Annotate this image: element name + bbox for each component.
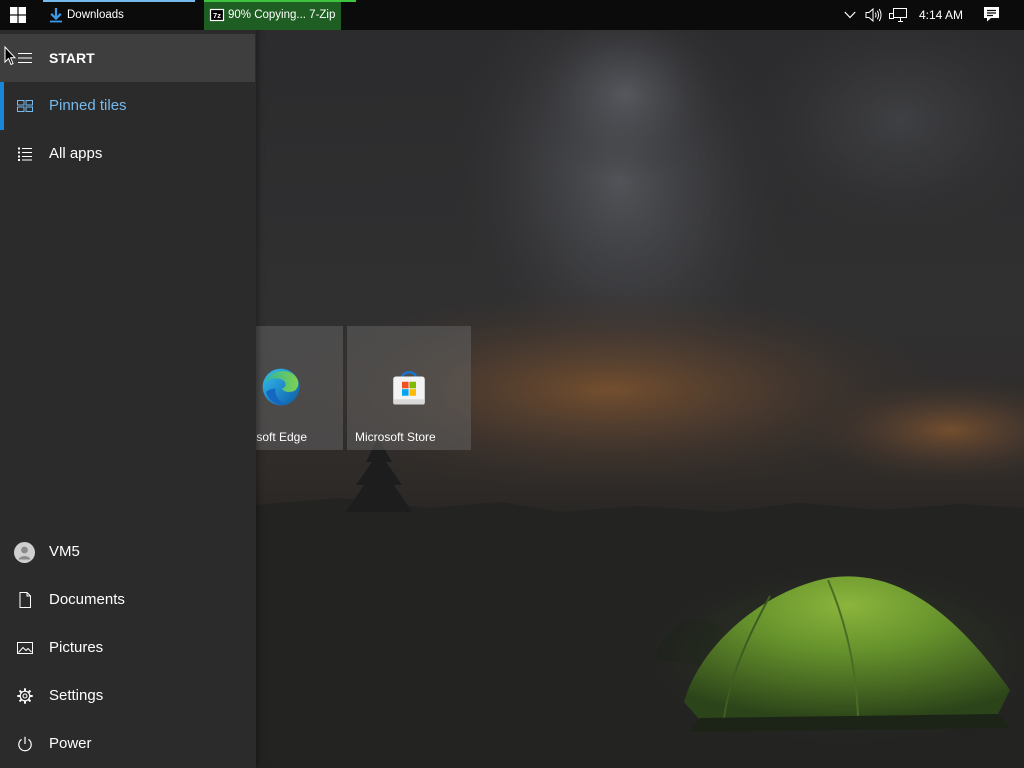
power-button[interactable]: Power [0, 720, 256, 768]
running-indicator [43, 0, 195, 2]
7zip-logo-text: 7z [213, 11, 221, 20]
documents-label: Documents [49, 591, 125, 608]
all-apps-list-icon [18, 147, 32, 161]
running-indicator [204, 0, 356, 2]
start-menu-expand-button[interactable]: START [0, 34, 255, 82]
action-center-icon[interactable] [983, 6, 1000, 23]
mouse-cursor-icon [4, 46, 16, 66]
taskbar-app-7zip[interactable]: 7z 90% Copying... 7-Zip [204, 0, 356, 30]
documents-button[interactable]: Documents [0, 576, 256, 624]
download-arrow-icon [50, 8, 62, 23]
nav-all-apps[interactable]: All apps [0, 130, 256, 178]
start-menu-pane: START Pinned tiles All apps VM5 Document… [0, 30, 256, 768]
hamburger-menu-icon [18, 52, 32, 64]
nav-pinned-tiles-label: Pinned tiles [49, 97, 127, 114]
user-account-button[interactable]: VM5 [0, 528, 256, 576]
tile-label-microsoft-store: Microsoft Store [355, 430, 436, 444]
pictures-label: Pictures [49, 639, 104, 656]
nav-all-apps-label: All apps [49, 145, 103, 162]
document-icon [19, 592, 31, 608]
speaker-icon[interactable] [865, 7, 883, 23]
settings-label: Settings [49, 687, 104, 704]
nav-pinned-tiles[interactable]: Pinned tiles [0, 82, 256, 130]
clock-time[interactable]: 4:14 AM [919, 8, 963, 22]
start-button[interactable] [0, 0, 36, 30]
windows-logo-icon [10, 7, 26, 23]
settings-button[interactable]: Settings [0, 672, 256, 720]
gear-icon [17, 688, 33, 704]
tiles-icon [17, 100, 33, 112]
pictures-icon [17, 642, 33, 654]
tile-microsoft-store[interactable]: Microsoft Store [347, 326, 471, 450]
edge-icon [262, 368, 300, 406]
pictures-button[interactable]: Pictures [0, 624, 256, 672]
chevron-down-icon[interactable] [844, 11, 856, 19]
user-account-label: VM5 [49, 543, 80, 560]
taskbar-app-downloads-label: Downloads [67, 9, 124, 21]
network-icon[interactable] [889, 7, 907, 23]
7zip-icon: 7z [209, 8, 225, 22]
user-avatar-icon [14, 542, 35, 563]
store-icon [393, 371, 425, 405]
start-menu-title: START [49, 50, 95, 66]
taskbar-app-downloads[interactable]: Downloads [43, 0, 195, 30]
power-label: Power [49, 735, 92, 752]
taskbar-app-7zip-label: 90% Copying... 7-Zip [228, 9, 336, 21]
selected-indicator [0, 82, 4, 130]
taskbar: Downloads 7z 90% Copying... 7-Zip 4:14 A… [0, 0, 1024, 30]
power-icon [18, 736, 32, 752]
